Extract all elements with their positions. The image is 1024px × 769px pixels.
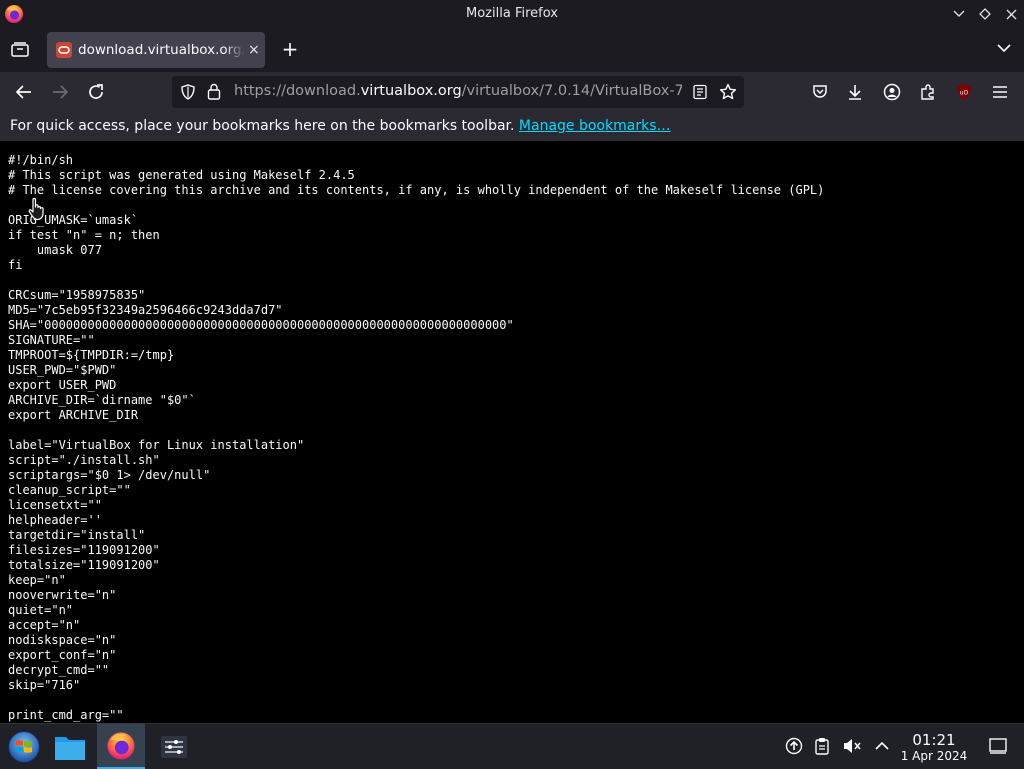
lock-icon[interactable] [207,83,221,100]
back-arrow-icon [15,85,31,99]
manage-bookmarks-link[interactable]: Manage bookmarks… [519,118,671,134]
bookmarks-toolbar-message: For quick access, place your bookmarks h… [10,118,519,134]
back-button[interactable] [12,80,36,104]
tab-close-icon[interactable]: × [248,42,260,58]
downloads-button[interactable] [843,80,867,104]
forward-arrow-icon [53,85,69,99]
application-launcher-button[interactable] [0,724,48,769]
list-all-tabs-icon[interactable] [996,40,1012,56]
folder-icon [55,736,85,760]
close-icon[interactable] [998,0,1024,28]
url-bar[interactable]: https://download.virtualbox.org/virtualb… [172,76,744,108]
show-hidden-icons-chevron-up-icon[interactable] [872,736,892,756]
app-menu-button[interactable] [988,80,1012,104]
tab-strip: download.virtualbox.org/virtualbox/7.0.1… [0,28,1024,72]
script-source-text: #!/bin/sh # This script was generated us… [8,153,825,722]
url-host: virtualbox.org [360,83,462,99]
tab-virtualbox-download[interactable]: download.virtualbox.org/virtualbox/7.0.1… [47,32,265,68]
settings-sliders-icon [161,735,187,758]
ublock-origin-button[interactable]: uO [952,80,976,104]
pocket-icon [813,85,827,98]
maximize-icon[interactable] [972,0,998,28]
svg-text:uO: uO [960,90,969,97]
download-icon [849,85,861,100]
new-tab-button[interactable]: + [279,38,301,60]
oracle-favicon-icon [56,42,72,58]
firefox-view-icon[interactable] [8,38,32,62]
ublock-shield-icon: uO [957,84,971,100]
taskbar-system-settings[interactable] [150,724,198,769]
digital-clock[interactable]: 01:21 1 Apr 2024 [898,731,970,764]
forward-button[interactable] [48,80,72,104]
window-titlebar: Mozilla Firefox [0,0,1024,28]
reader-view-icon[interactable] [692,84,708,100]
url-scheme: https://download. [234,83,361,99]
tab-title: download.virtualbox.org/virtualbox/7.0.1… [78,42,244,58]
tracking-protection-shield-icon[interactable] [180,84,196,100]
url-path: /virtualbox/7.0.14/VirtualBox-7.0.14-161… [461,83,682,99]
reload-button[interactable] [84,80,108,104]
pocket-button[interactable] [808,80,832,104]
taskbar-firefox[interactable] [97,724,145,769]
bookmarks-toolbar: For quick access, place your bookmarks h… [0,112,1024,141]
hand-pointer-cursor-icon [28,197,44,221]
account-button[interactable] [880,80,904,104]
puzzle-icon [921,84,934,100]
start-menu-orb-icon [8,730,40,763]
account-icon [883,83,901,101]
extensions-button[interactable] [916,80,940,104]
update-notifier-icon[interactable] [784,736,804,756]
window-title: Mozilla Firefox [466,6,558,21]
clipboard-icon[interactable] [812,736,832,756]
volume-muted-icon[interactable] [842,736,862,756]
taskbar-file-manager[interactable] [46,724,94,769]
show-desktop-icon[interactable] [988,736,1008,756]
url-text[interactable]: https://download.virtualbox.org/virtualb… [234,83,682,99]
reload-icon [89,84,103,99]
page-content[interactable]: #!/bin/sh # This script was generated us… [0,141,1024,723]
clock-time: 01:21 [912,731,956,749]
bookmark-star-icon[interactable] [719,83,737,101]
hamburger-menu-icon [993,86,1007,98]
minimize-icon[interactable] [946,0,972,28]
taskbar: 01:21 1 Apr 2024 [0,723,1024,769]
clock-date: 1 Apr 2024 [900,749,968,763]
firefox-icon [107,732,135,759]
